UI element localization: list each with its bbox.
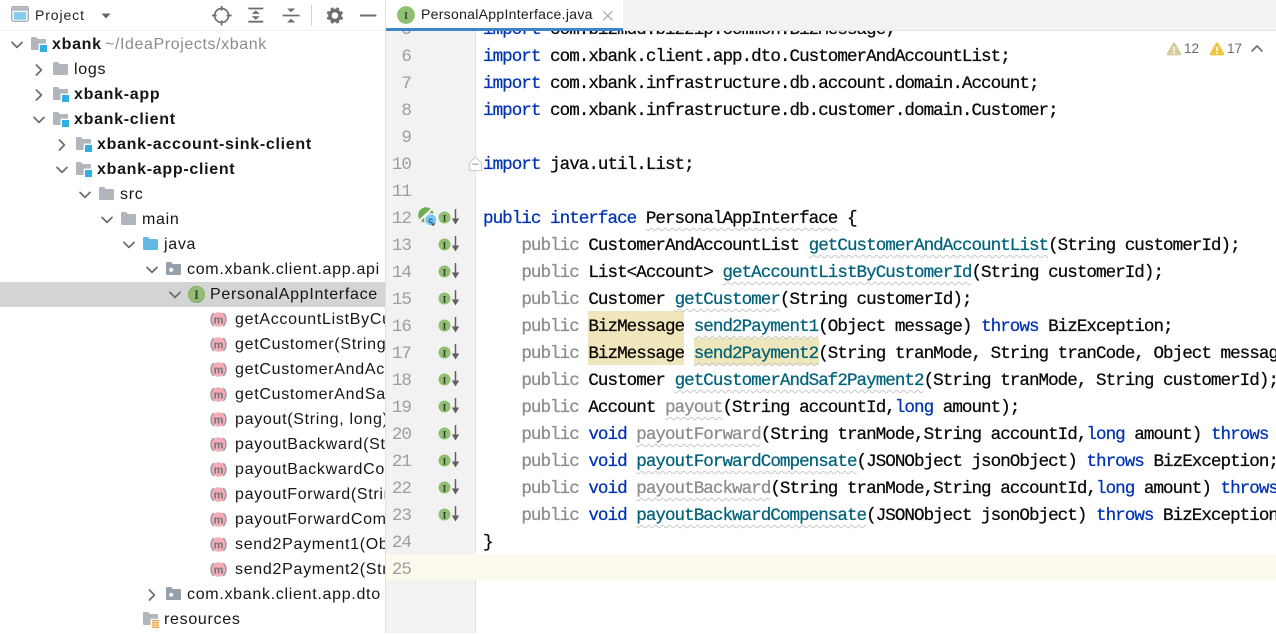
svg-text:m: m (214, 389, 224, 401)
svg-text:m: m (214, 539, 224, 551)
svg-text:I: I (403, 9, 407, 21)
svg-text:I: I (443, 484, 447, 494)
svg-text:m: m (214, 489, 224, 501)
svg-text:I: I (443, 403, 447, 413)
svg-text:I: I (443, 268, 447, 278)
svg-text:I: I (443, 511, 447, 521)
svg-text:m: m (214, 439, 224, 451)
svg-text:I: I (194, 288, 199, 302)
svg-text:I: I (443, 214, 447, 224)
svg-text:I: I (443, 376, 447, 386)
svg-text:m: m (214, 314, 224, 326)
svg-text:I: I (443, 295, 447, 305)
svg-text:I: I (443, 322, 447, 332)
svg-text:m: m (214, 339, 224, 351)
svg-text:m: m (214, 564, 224, 576)
svg-text:m: m (214, 514, 224, 526)
svg-text:I: I (443, 349, 447, 359)
svg-text:I: I (443, 457, 447, 467)
svg-text:m: m (214, 464, 224, 476)
svg-text:I: I (443, 430, 447, 440)
svg-text:m: m (214, 364, 224, 376)
svg-text:I: I (443, 241, 447, 251)
svg-text:m: m (214, 414, 224, 426)
